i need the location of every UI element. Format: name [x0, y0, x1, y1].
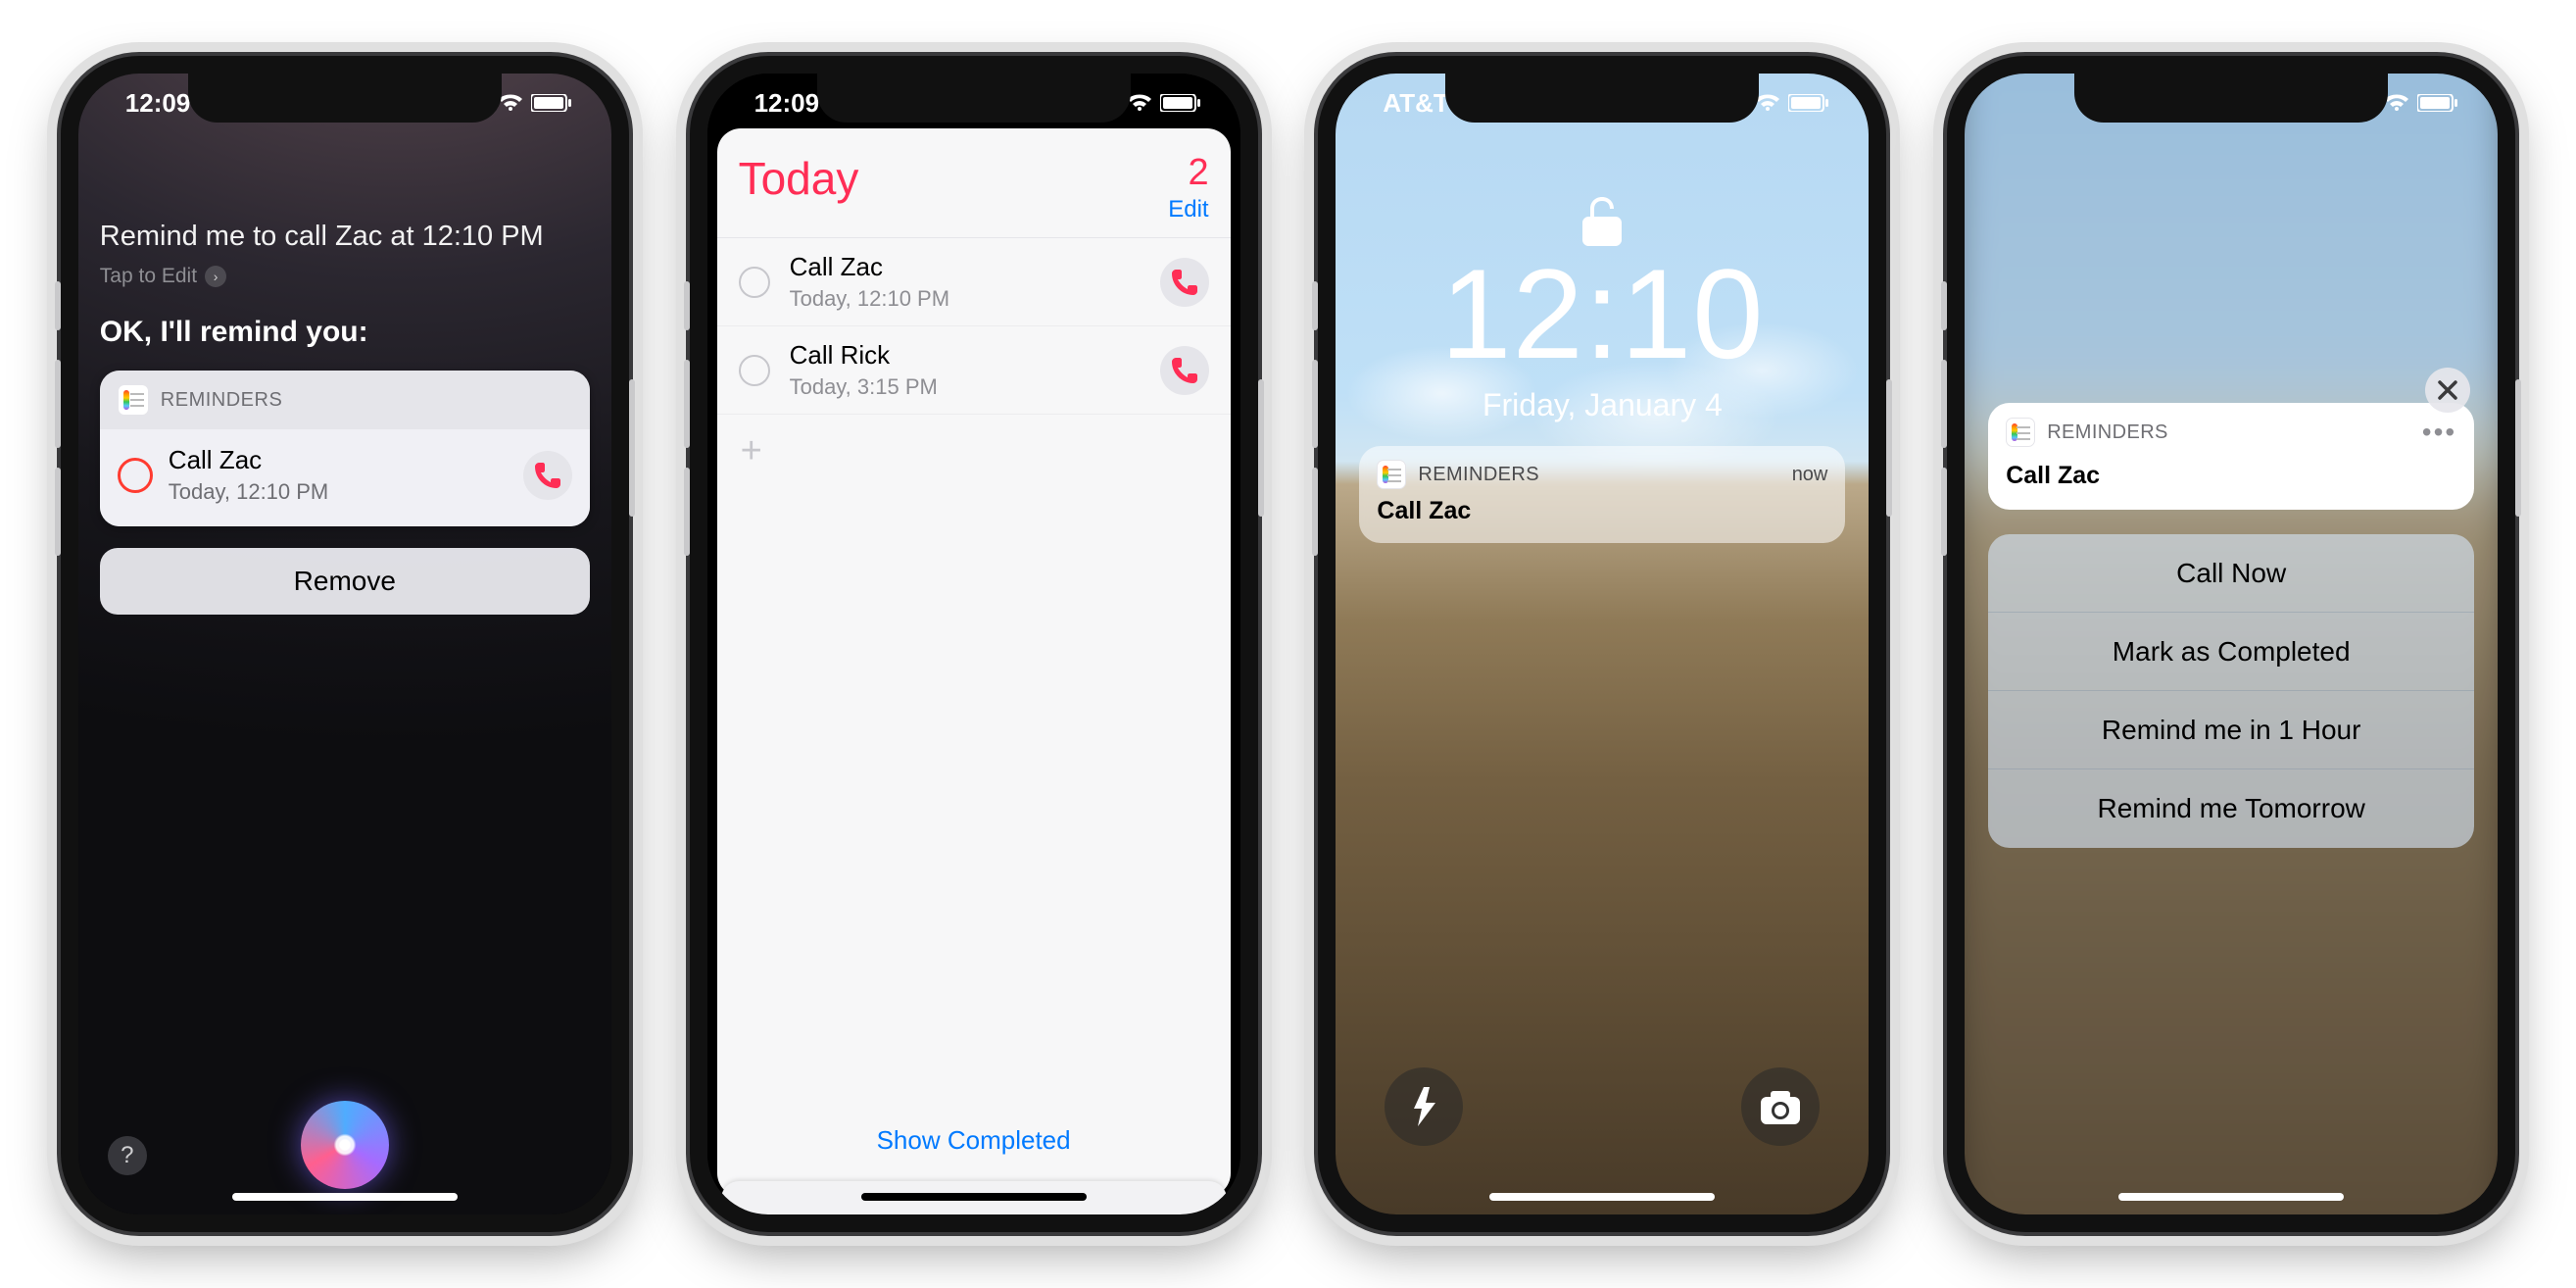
tap-to-edit[interactable]: Tap to Edit ›	[100, 265, 590, 288]
notification-card[interactable]: REMINDERS ••• Call Zac	[1988, 403, 2474, 510]
reminder-subtitle: Today, 3:15 PM	[790, 374, 1160, 400]
reminder-title: Call Rick	[790, 340, 1160, 371]
reminders-list: Today 2 Edit Call ZacToday, 12:10 PMCall…	[717, 128, 1231, 1197]
notification-time: now	[1792, 464, 1828, 486]
call-button[interactable]	[523, 451, 572, 500]
call-button[interactable]	[1160, 258, 1209, 307]
status-carrier: AT&T	[1383, 88, 1448, 119]
lock-time: 12:10	[1336, 240, 1869, 387]
phone-notification-actions: REMINDERS ••• Call Zac Call NowMark as C…	[1947, 56, 2515, 1232]
wifi-icon	[1127, 94, 1152, 112]
home-indicator[interactable]	[1489, 1193, 1715, 1201]
show-completed-button[interactable]: Show Completed	[717, 1125, 1231, 1156]
phone-reminders-app: 12:09 Today 2 Edit Call Zac Today, 12:10 …	[690, 56, 1258, 1232]
wifi-icon	[498, 94, 523, 112]
remove-button[interactable]: Remove	[100, 548, 590, 615]
notification-card[interactable]: REMINDERS now Call Zac	[1359, 446, 1845, 543]
status-time: 12:09	[125, 88, 191, 119]
reminder-row[interactable]: Call Zac Today, 12:10 PM	[717, 238, 1231, 326]
siri-reply: OK, I'll remind you:	[100, 316, 590, 349]
lock-date: Friday, January 4	[1336, 387, 1869, 423]
camera-button[interactable]	[1741, 1067, 1820, 1146]
notification-title: Call Zac	[1988, 462, 2474, 510]
home-indicator[interactable]	[2118, 1193, 2344, 1201]
battery-icon	[1160, 94, 1201, 112]
reminder-card[interactable]: REMINDERS Call Zac Today, 12:10 PM	[100, 371, 590, 526]
list-count: 2	[1168, 152, 1208, 194]
notification-action[interactable]: Remind me in 1 Hour	[1988, 691, 2474, 769]
help-button[interactable]: ?	[108, 1136, 147, 1175]
call-button[interactable]	[1160, 346, 1209, 395]
add-reminder-button[interactable]: +	[717, 415, 1231, 488]
reminder-ring-icon[interactable]	[739, 355, 770, 386]
wifi-icon	[2384, 94, 2409, 112]
edit-button[interactable]: Edit	[1168, 196, 1208, 223]
notification-app-label: REMINDERS	[2047, 421, 2410, 444]
notification-action[interactable]: Mark as Completed	[1988, 613, 2474, 691]
siri-query: Remind me to call Zac at 12:10 PM	[100, 221, 590, 253]
notification-app-label: REMINDERS	[1418, 464, 1779, 486]
card-app-label: REMINDERS	[161, 389, 283, 412]
notification-action[interactable]: Call Now	[1988, 534, 2474, 613]
reminder-subtitle: Today, 12:10 PM	[790, 286, 1160, 312]
battery-icon	[531, 94, 572, 112]
chevron-right-icon: ›	[205, 266, 226, 287]
card-subtitle: Today, 12:10 PM	[169, 479, 508, 505]
reminders-app-icon	[1377, 460, 1406, 489]
phone-lock-screen: AT&T 12:10 Friday, January 4 REMINDERS n…	[1318, 56, 1886, 1232]
notification-actions: Call NowMark as CompletedRemind me in 1 …	[1988, 534, 2474, 848]
phone-siri: 12:09 Remind me to call Zac at 12:10 PM …	[61, 56, 629, 1232]
reminders-app-icon	[2006, 418, 2035, 447]
status-time: 12:09	[754, 88, 820, 119]
notification-title: Call Zac	[1377, 497, 1827, 525]
reminder-title: Call Zac	[790, 252, 1160, 282]
reminder-ring-icon[interactable]	[739, 267, 770, 298]
reminder-ring-icon[interactable]	[118, 458, 153, 493]
card-title: Call Zac	[169, 445, 508, 475]
notification-action[interactable]: Remind me Tomorrow	[1988, 769, 2474, 848]
flashlight-button[interactable]	[1385, 1067, 1463, 1146]
battery-icon	[2417, 94, 2458, 112]
reminder-row[interactable]: Call Rick Today, 3:15 PM	[717, 326, 1231, 415]
battery-icon	[1788, 94, 1829, 112]
wifi-icon	[1755, 94, 1780, 112]
list-title: Today	[739, 152, 1169, 205]
reminders-app-icon	[118, 384, 149, 416]
home-indicator[interactable]	[232, 1193, 458, 1201]
close-button[interactable]	[2425, 368, 2470, 413]
more-icon[interactable]: •••	[2422, 417, 2456, 448]
siri-orb-icon[interactable]	[301, 1101, 389, 1189]
home-indicator[interactable]	[861, 1193, 1087, 1201]
